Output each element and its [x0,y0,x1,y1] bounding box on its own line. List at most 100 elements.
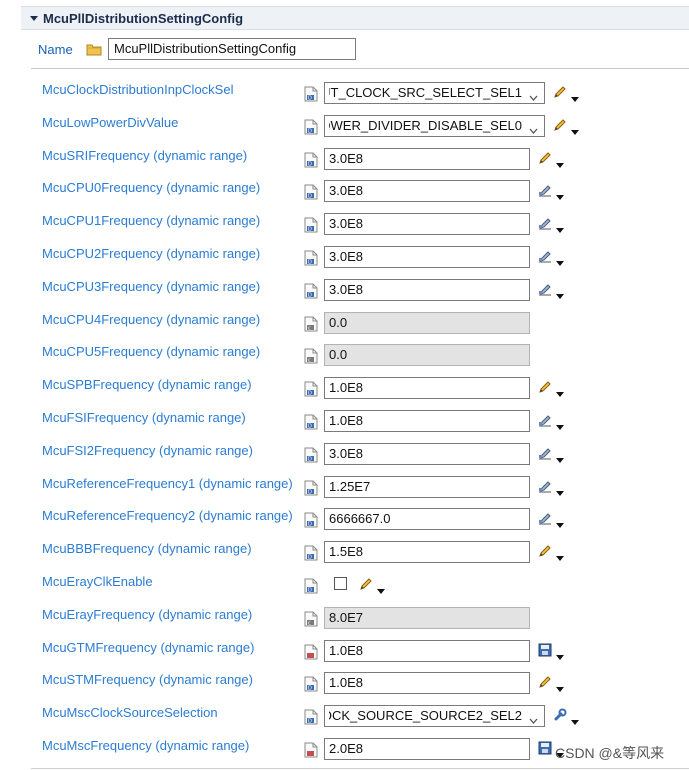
calculated-icon[interactable] [538,479,552,493]
param-label[interactable]: McuCPU1Frequency (dynamic range) [42,213,260,228]
param-row-mcugtmfrequency: McuGTMFrequency (dynamic range) 1.0E8 [0,639,689,673]
param-readonly-field: 8.0E7 [324,606,530,629]
file-icon: c [304,611,318,627]
param-input[interactable]: 1.25E7 [324,475,530,498]
section-header[interactable]: McuPllDistributionSettingConfig [21,6,689,30]
dropdown-arrow-icon[interactable] [571,90,579,102]
param-label[interactable]: McuCPU3Frequency (dynamic range) [42,279,260,294]
chevron-down-icon[interactable] [529,122,538,134]
dropdown-arrow-icon[interactable] [556,451,564,463]
param-label[interactable]: McuErayClkEnable [42,574,153,589]
dropdown-arrow-icon[interactable] [556,287,564,299]
svg-text:D: D [308,194,312,200]
param-row-mcuerayfrequency: McuErayFrequency (dynamic range) c 8.0E7 [0,606,689,640]
pencil-icon[interactable] [538,675,552,689]
param-input[interactable]: 1.0E8 [324,377,530,400]
param-label[interactable]: McuMscClockSourceSelection [42,705,218,720]
svg-text:D: D [308,554,312,560]
dropdown-arrow-icon[interactable] [556,680,564,693]
enable-checkbox[interactable] [334,577,347,590]
save-icon[interactable] [538,643,552,657]
param-label[interactable]: McuFSIFrequency (dynamic range) [42,410,246,425]
dropdown-arrow-icon[interactable] [556,188,564,201]
param-row-mcucpu4frequency: McuCPU4Frequency (dynamic range) c 0.0 [0,311,689,345]
param-input[interactable]: 1.0E8 [324,639,530,662]
pencil-icon[interactable] [538,380,552,394]
pencil-icon[interactable] [538,544,552,558]
svg-text:D: D [308,390,312,396]
param-label[interactable]: McuSTMFrequency (dynamic range) [42,672,253,687]
calculated-icon[interactable] [538,183,552,197]
param-row-mcustmfrequency: McuSTMFrequency (dynamic range) D 1.0E8 [0,672,689,705]
param-row-mcubbbfrequency: McuBBBFrequency (dynamic range) D 1.5E8 [0,541,689,574]
calculated-icon[interactable] [538,249,552,263]
param-label[interactable]: McuErayFrequency (dynamic range) [42,607,252,622]
param-label[interactable]: McuFSI2Frequency (dynamic range) [42,443,253,458]
pencil-icon[interactable] [553,118,567,132]
dropdown-arrow-icon[interactable] [556,484,564,496]
param-label[interactable]: McuMscFrequency (dynamic range) [42,738,249,753]
param-label[interactable]: McuSRIFrequency (dynamic range) [42,148,247,163]
param-label[interactable]: McuClockDistributionInpClockSel [42,82,233,97]
calculated-icon[interactable] [538,413,552,427]
pencil-icon[interactable] [538,151,552,165]
svg-text:c: c [308,620,311,626]
param-input[interactable]: 6666667.0 [324,508,530,531]
dropdown-arrow-icon[interactable] [556,648,564,660]
param-label[interactable]: McuLowPowerDivValue [42,115,178,130]
param-input[interactable]: 3.0E8 [324,246,530,268]
pencil-icon[interactable] [359,577,373,591]
dropdown-arrow-icon[interactable] [377,582,385,594]
param-input[interactable]: 1.0E8 [324,672,530,695]
param-label[interactable]: McuReferenceFrequency2 (dynamic range) [42,508,293,523]
dropdown-arrow-icon[interactable] [556,516,564,529]
param-input[interactable]: 3.0E8 [324,213,530,236]
dropdown-arrow-icon[interactable] [571,713,579,726]
dropdown-arrow-icon[interactable] [556,385,564,398]
param-input[interactable]: 3.0E8 [324,180,530,203]
file-icon: D [304,578,318,594]
dropdown-arrow-icon[interactable] [556,221,564,234]
param-select[interactable]: MCU_MSC_CLOCK_SOURCE_SOURCE2_SEL2 [324,705,545,728]
param-label[interactable]: McuCPU5Frequency (dynamic range) [42,344,260,359]
param-label[interactable]: McuCPU0Frequency (dynamic range) [42,180,260,195]
dropdown-arrow-icon[interactable] [556,156,564,168]
file-icon [304,644,318,660]
param-row-mcuclockdistributioninpclocksel: McuClockDistributionInpClockSel D MCU_INPU… [0,82,689,115]
param-label[interactable]: McuCPU2Frequency (dynamic range) [42,246,260,261]
dropdown-arrow-icon[interactable] [556,418,564,430]
param-row-mcureferencefrequency2: McuReferenceFrequency2 (dynamic range) D 6… [0,508,689,541]
param-input[interactable]: 3.0E8 [324,442,530,465]
calculated-icon[interactable] [538,216,552,230]
name-input[interactable]: McuPllDistributionSettingConfig [108,38,356,60]
param-label[interactable]: McuReferenceFrequency1 (dynamic range) [42,476,293,491]
param-select[interactable]: MCU_LOW_POWER_DIVIDER_DISABLE_SEL0 [324,114,545,137]
pencil-icon[interactable] [553,85,567,99]
chevron-down-icon[interactable] [529,712,538,725]
collapse-arrow-icon[interactable] [30,14,38,22]
param-input[interactable]: 2.0E8 [324,738,530,760]
chevron-down-icon[interactable] [529,89,538,101]
param-label[interactable]: McuCPU4Frequency (dynamic range) [42,312,260,327]
param-label[interactable]: McuBBBFrequency (dynamic range) [42,541,252,556]
file-icon: D [304,86,318,102]
divider [31,68,689,69]
param-row-mcucpu5frequency: McuCPU5Frequency (dynamic range) c 0.0 [0,344,689,377]
dropdown-arrow-icon[interactable] [556,549,564,562]
param-input[interactable]: 3.0E8 [324,147,530,170]
param-input[interactable]: 3.0E8 [324,278,530,301]
param-label[interactable]: McuSPBFrequency (dynamic range) [42,377,252,392]
dropdown-arrow-icon[interactable] [556,254,564,266]
param-label[interactable]: McuGTMFrequency (dynamic range) [42,640,254,655]
calculated-icon[interactable] [538,511,552,525]
param-input[interactable]: 1.5E8 [324,541,530,564]
svg-text:D: D [308,686,312,692]
param-input[interactable]: 1.0E8 [324,410,530,432]
wrench-icon[interactable] [553,708,567,722]
calculated-icon[interactable] [538,446,552,460]
calculated-icon[interactable] [538,282,552,296]
file-icon: c [304,316,318,332]
save-icon[interactable] [538,741,552,755]
dropdown-arrow-icon[interactable] [571,123,579,135]
param-select[interactable]: MCU_INPUT_CLOCK_SRC_SELECT_SEL1 [324,82,545,104]
